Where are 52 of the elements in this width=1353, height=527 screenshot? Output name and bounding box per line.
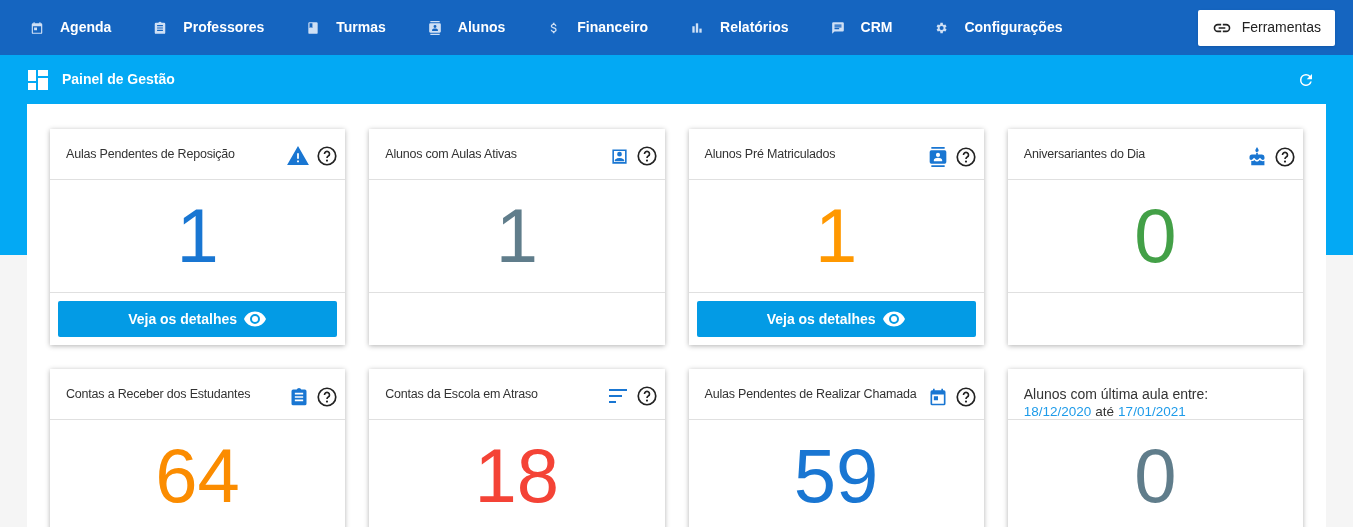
details-button[interactable]: Veja os detalhes bbox=[696, 301, 976, 337]
card-title: Alunos com última aula entre: bbox=[1023, 385, 1210, 403]
card-title: Aniversariantes do Dia bbox=[1023, 146, 1147, 163]
nav-item[interactable]: Turmas bbox=[294, 7, 398, 48]
dashboard-icon bbox=[28, 69, 48, 90]
card-title: Alunos com Aulas Ativas bbox=[385, 146, 518, 163]
stat-value: 0 bbox=[1134, 438, 1177, 514]
stat-value: 1 bbox=[176, 198, 219, 274]
stat-value: 0 bbox=[1134, 198, 1177, 274]
settings-icon bbox=[934, 20, 949, 35]
stat-value: 64 bbox=[155, 438, 240, 514]
contact-card-icon bbox=[927, 146, 948, 168]
stat-value: 1 bbox=[815, 198, 858, 274]
card-title: Aulas Pendentes de Reposição bbox=[66, 146, 236, 163]
contact-icon bbox=[609, 146, 629, 166]
help-icon[interactable] bbox=[317, 387, 338, 407]
nav-item[interactable]: Configurações bbox=[922, 7, 1075, 48]
clipboard-icon bbox=[289, 386, 310, 408]
card-title: Contas a Receber dos Estudantes bbox=[66, 386, 252, 403]
tools-button[interactable]: Ferramentas bbox=[1197, 9, 1335, 46]
stat-value: 18 bbox=[474, 438, 560, 514]
help-icon[interactable] bbox=[1275, 147, 1295, 167]
help-icon[interactable] bbox=[955, 147, 976, 167]
contact-card-icon bbox=[427, 20, 442, 35]
help-icon[interactable] bbox=[636, 386, 657, 406]
help-icon[interactable] bbox=[955, 387, 976, 407]
help-icon[interactable] bbox=[317, 146, 338, 166]
card-title: Aulas Pendentes de Realizar Chamada bbox=[704, 386, 918, 403]
nav-item[interactable]: Financeiro bbox=[535, 7, 661, 48]
nav-item[interactable]: CRM bbox=[818, 7, 905, 48]
card-title: Contas da Escola em Atraso bbox=[385, 386, 539, 403]
bar-chart-icon bbox=[690, 20, 705, 35]
warning-icon bbox=[287, 146, 310, 166]
calendar-icon bbox=[30, 20, 44, 35]
chat-icon bbox=[830, 20, 845, 35]
page-title: Painel de Gestão bbox=[62, 70, 175, 89]
nav-item[interactable]: Agenda bbox=[18, 7, 124, 48]
details-button[interactable]: Veja os detalhes bbox=[58, 301, 338, 337]
stat-value: 1 bbox=[495, 198, 538, 274]
nav-item[interactable]: Relatórios bbox=[678, 7, 801, 48]
cake-icon bbox=[1247, 146, 1267, 168]
date-link[interactable]: 17/01/2021 bbox=[1118, 403, 1186, 421]
clipboard-icon bbox=[153, 20, 168, 35]
stat-value: 59 bbox=[793, 438, 879, 514]
date-connector: até bbox=[1095, 403, 1115, 421]
nav-item[interactable]: Professores bbox=[141, 7, 277, 48]
help-icon[interactable] bbox=[636, 146, 657, 166]
card-title: Alunos Pré Matriculados bbox=[704, 146, 837, 163]
nav-item[interactable]: Alunos bbox=[415, 7, 518, 48]
sort-lines-icon bbox=[608, 388, 629, 404]
date-link[interactable]: 18/12/2020 bbox=[1023, 403, 1092, 421]
book-icon bbox=[306, 20, 321, 35]
